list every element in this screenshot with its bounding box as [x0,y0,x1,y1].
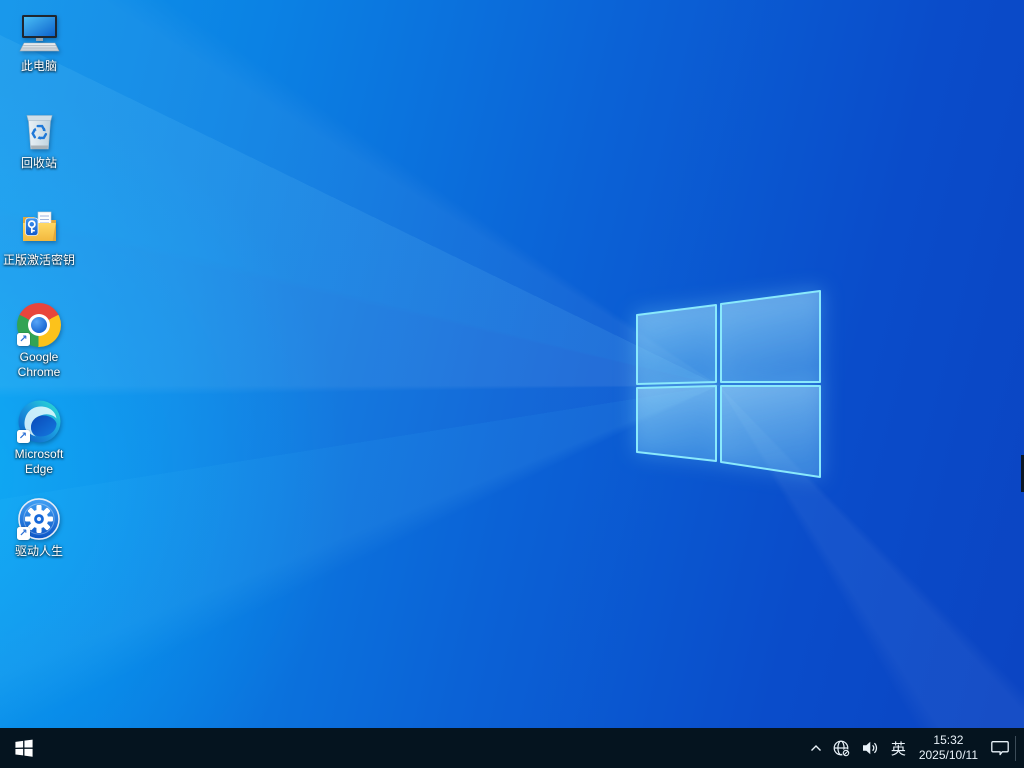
shortcut-arrow-icon: ↗ [17,333,30,346]
hidden-icons-chevron[interactable] [805,728,827,768]
shortcut-arrow-icon: ↗ [16,430,30,443]
wallpaper-light-rays [0,0,1024,768]
wallpaper-windows-logo [636,290,821,478]
icon-label: 此电脑 [20,59,57,73]
taskbar: 英 15:32 2025/10/11 [0,728,1024,768]
start-button[interactable] [0,728,48,768]
edge-icon: ↗ [16,396,62,444]
notification-bubble-icon [991,740,1009,755]
ime-language-indicator[interactable]: 英 [885,728,912,768]
clock-time: 15:32 [933,733,964,747]
speaker-icon [862,741,877,755]
clock-date: 2025/10/11 [918,748,978,762]
desktop-icon-microsoft-edge[interactable]: ↗ Microsoft Edge [2,396,76,477]
recycle-bin-icon [17,105,62,153]
show-desktop-button[interactable] [1016,728,1024,768]
taskbar-clock[interactable]: 15:32 2025/10/11 [912,728,985,768]
network-status-button[interactable] [827,728,856,768]
chevron-up-icon [810,744,821,751]
shortcut-arrow-icon: ↗ [17,527,30,540]
globe-no-internet-icon [833,740,850,757]
volume-button[interactable] [856,728,885,768]
system-tray: 英 15:32 2025/10/11 [805,728,1024,768]
this-pc-icon [17,8,62,56]
chrome-icon: ↗ [17,299,61,347]
folder-key-icon [17,202,62,250]
gear-badge-icon: ↗ [17,493,61,541]
icon-label: Google Chrome [17,350,61,379]
icon-label: Microsoft Edge [14,447,64,476]
icon-label: 驱动人生 [14,544,63,558]
icon-label: 回收站 [20,156,57,170]
desktop-icon-recycle-bin[interactable]: 回收站 [2,105,76,171]
desktop-icon-activation-key-folder[interactable]: 正版激活密钥 [2,202,76,268]
desktop-icon-google-chrome[interactable]: ↗ Google Chrome [2,299,76,380]
windows-logo-icon [15,739,33,757]
desktop-icon-this-pc[interactable]: 此电脑 [2,8,76,74]
action-center-button[interactable] [985,728,1015,768]
icon-label: 正版激活密钥 [2,253,75,267]
taskbar-empty-area [48,728,805,768]
desktop-icon-driver-genius[interactable]: ↗ 驱动人生 [2,493,76,559]
windows-desktop: 此电脑 回收站 正版激活密钥 ↗ Google Chrome ↗ Microso… [0,0,1024,768]
